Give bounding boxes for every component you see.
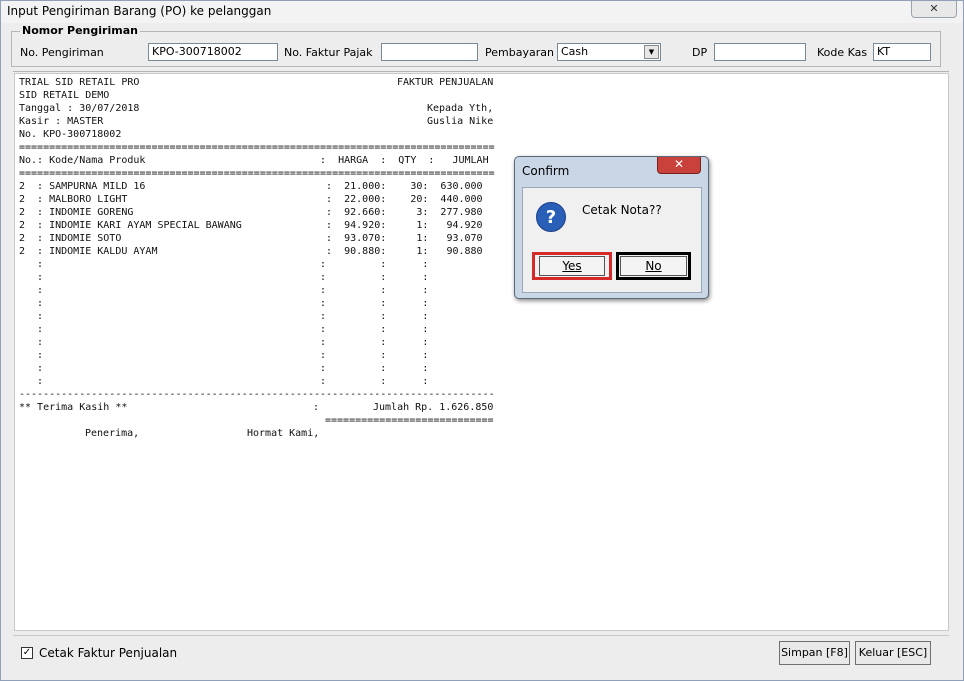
penerima-label: Penerima,: [85, 428, 140, 439]
title-bar[interactable]: Input Pengiriman Barang (PO) ke pelangga…: [1, 1, 963, 23]
customer-name: Guslia Nike: [427, 116, 494, 127]
invoice-number: No. KPO-300718002: [19, 129, 122, 140]
invoice-date: Tanggal : 30/07/2018: [19, 103, 140, 114]
no-pengiriman-label: No. Pengiriman: [20, 46, 104, 59]
column-header: No.: Kode/Nama Produk : HARGA : QTY : JU…: [19, 155, 489, 166]
dialog-title: Confirm: [522, 164, 570, 178]
empty-row: : : : :: [19, 311, 429, 322]
table-row: 2 : SAMPURNA MILD 16 : 21.000: 30: 630.0…: [19, 181, 483, 192]
kepada-label: Kepada Yth,: [427, 103, 494, 114]
total-amount: Jumlah Rp. 1.626.850: [373, 402, 494, 413]
footer-divider: [13, 635, 949, 636]
table-row: 2 : INDOMIE SOTO : 93.070: 1: 93.070: [19, 233, 483, 244]
main-window: Input Pengiriman Barang (PO) ke pelangga…: [0, 0, 964, 681]
total-underline: ============================: [325, 415, 494, 426]
hormat-kami-label: Hormat Kami,: [247, 428, 320, 439]
empty-row: : : : :: [19, 285, 429, 296]
empty-row: : : : :: [19, 376, 429, 387]
cetak-faktur-label[interactable]: Cetak Faktur Penjualan: [39, 646, 177, 660]
empty-row: : : : :: [19, 298, 429, 309]
empty-row: : : : :: [19, 363, 429, 374]
confirm-dialog: Confirm ✕ ? Cetak Nota?? Yes No: [514, 156, 709, 299]
header-divider: [13, 71, 949, 72]
dialog-message: Cetak Nota??: [582, 203, 662, 217]
keluar-button[interactable]: Keluar [ESC]: [855, 641, 931, 665]
close-icon: ✕: [929, 2, 939, 15]
separator-top: ========================================…: [19, 142, 495, 153]
table-row: 2 : INDOMIE KALDU AYAM : 90.880: 1: 90.8…: [19, 246, 483, 257]
store-name: SID RETAIL DEMO: [19, 90, 110, 101]
table-row: 2 : INDOMIE KARI AYAM SPECIAL BAWANG : 9…: [19, 220, 483, 231]
dialog-body: ? Cetak Nota?? Yes No: [522, 187, 702, 293]
chevron-down-icon[interactable]: ▼: [644, 45, 659, 59]
separator-bottom: ----------------------------------------…: [19, 389, 495, 400]
separator-header: ========================================…: [19, 168, 495, 179]
total-colon: :: [313, 402, 320, 413]
check-icon: ✓: [22, 647, 32, 658]
close-icon: ✕: [673, 157, 685, 171]
group-title: Nomor Pengiriman: [20, 24, 140, 37]
dialog-close-button[interactable]: ✕: [657, 157, 701, 174]
question-icon: ?: [536, 202, 566, 232]
dp-label: DP: [692, 46, 708, 59]
no-faktur-pajak-label: No. Faktur Pajak: [284, 46, 373, 59]
empty-row: : : : :: [19, 337, 429, 348]
cetak-faktur-checkbox[interactable]: ✓: [21, 647, 33, 659]
simpan-button[interactable]: Simpan [F8]: [779, 641, 850, 665]
kode-kas-input[interactable]: KT: [873, 43, 931, 61]
window-close-button[interactable]: ✕: [911, 1, 957, 18]
table-row: 2 : INDOMIE GORENG : 92.660: 3: 277.980: [19, 207, 483, 218]
table-row: 2 : MALBORO LIGHT : 22.000: 20: 440.000: [19, 194, 483, 205]
thank-you-text: ** Terima Kasih **: [19, 402, 128, 413]
kode-kas-label: Kode Kas: [817, 46, 868, 59]
document-title: FAKTUR PENJUALAN: [397, 77, 494, 88]
empty-row: : : : :: [19, 324, 429, 335]
empty-row: : : : :: [19, 272, 429, 283]
empty-row: : : : :: [19, 350, 429, 361]
cashier: Kasir : MASTER: [19, 116, 104, 127]
dp-input[interactable]: [714, 43, 806, 61]
pembayaran-select[interactable]: Cash ▼: [557, 43, 661, 61]
pembayaran-label: Pembayaran: [485, 46, 554, 59]
nomor-pengiriman-group: Nomor Pengiriman No. Pengiriman KPO-3007…: [11, 24, 941, 67]
yes-button[interactable]: Yes: [539, 256, 605, 276]
pembayaran-value: Cash: [561, 45, 589, 58]
invoice-preview[interactable]: TRIAL SID RETAIL PRO FAKTUR PENJUALAN SI…: [14, 73, 949, 631]
company-name: TRIAL SID RETAIL PRO: [19, 77, 140, 88]
empty-row: : : : :: [19, 259, 429, 270]
window-title: Input Pengiriman Barang (PO) ke pelangga…: [7, 4, 272, 18]
no-pengiriman-input[interactable]: KPO-300718002: [148, 43, 278, 61]
no-faktur-pajak-input[interactable]: [381, 43, 478, 61]
no-button[interactable]: No: [620, 256, 687, 276]
